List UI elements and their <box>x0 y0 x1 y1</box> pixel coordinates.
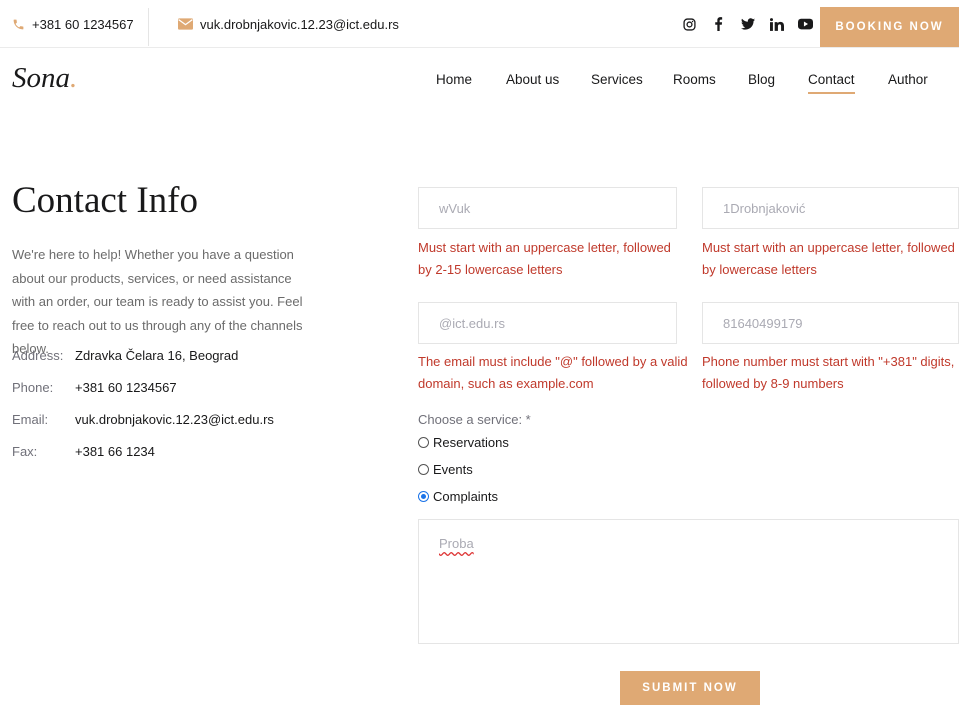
topbar-phone: +381 60 1234567 <box>12 0 134 48</box>
contact-value: Zdravka Čelara 16, Beograd <box>75 348 239 363</box>
last-name-input[interactable] <box>702 187 959 229</box>
top-bar: +381 60 1234567 vuk.drobnjakovic.12.23@i… <box>0 0 959 48</box>
contact-row-address: Address: Zdravka Čelara 16, Beograd <box>12 348 238 363</box>
topbar-email: vuk.drobnjakovic.12.23@ict.edu.rs <box>178 0 399 48</box>
radio-complaints[interactable] <box>418 491 429 502</box>
service-option-reservations[interactable]: Reservations <box>418 435 509 450</box>
youtube-icon[interactable] <box>798 17 813 32</box>
contact-label: Address: <box>12 348 64 363</box>
email-input[interactable] <box>418 302 677 344</box>
logo-dot: . <box>70 62 78 94</box>
contact-label: Fax: <box>12 444 38 459</box>
nav-blog[interactable]: Blog <box>748 72 775 87</box>
first-name-error: Must start with an uppercase letter, fol… <box>418 240 671 277</box>
contact-info-description: We're here to help! Whether you have a q… <box>12 247 303 357</box>
email-error: The email must include "@" followed by a… <box>418 354 688 391</box>
booking-now-button[interactable]: BOOKING NOW <box>820 7 959 47</box>
last-name-error: Must start with an uppercase letter, fol… <box>702 240 955 277</box>
phone-error: Phone number must start with "+381" digi… <box>702 354 955 391</box>
radio-events[interactable] <box>418 464 429 475</box>
topbar-divider <box>148 8 149 46</box>
linkedin-icon[interactable] <box>769 17 784 32</box>
nav-services[interactable]: Services <box>591 72 643 87</box>
topbar-email-text: vuk.drobnjakovic.12.23@ict.edu.rs <box>200 16 399 32</box>
nav-author[interactable]: Author <box>888 72 928 87</box>
contact-label: Email: <box>12 412 49 427</box>
nav-rooms[interactable]: Rooms <box>673 72 716 87</box>
facebook-icon[interactable] <box>711 17 726 32</box>
service-label: Choose a service: * <box>418 412 531 427</box>
contact-row-fax: Fax: +381 66 1234 <box>12 444 155 459</box>
envelope-icon <box>178 18 193 30</box>
first-name-input[interactable] <box>418 187 677 229</box>
contact-row-email: Email: vuk.drobnjakovic.12.23@ict.edu.rs <box>12 412 274 427</box>
message-textarea[interactable]: Proba <box>418 519 959 644</box>
service-option-label: Reservations <box>433 435 509 450</box>
radio-reservations[interactable] <box>418 437 429 448</box>
nav-home[interactable]: Home <box>436 72 472 87</box>
message-text: Proba <box>439 536 474 551</box>
contact-row-phone: Phone: +381 60 1234567 <box>12 380 177 395</box>
contact-value: +381 66 1234 <box>75 444 155 459</box>
contact-value: vuk.drobnjakovic.12.23@ict.edu.rs <box>75 412 274 427</box>
nav-about-us[interactable]: About us <box>506 72 559 87</box>
twitter-icon[interactable] <box>740 17 755 32</box>
nav-contact[interactable]: Contact <box>808 72 855 94</box>
service-option-complaints[interactable]: Complaints <box>418 489 498 504</box>
contact-value: +381 60 1234567 <box>75 380 177 395</box>
social-links <box>682 0 813 48</box>
service-option-label: Complaints <box>433 489 499 504</box>
instagram-icon[interactable] <box>682 17 697 32</box>
contact-label: Phone: <box>12 380 54 395</box>
phone-icon <box>12 18 25 31</box>
service-option-label: Events <box>433 462 473 477</box>
phone-input[interactable] <box>702 302 959 344</box>
topbar-phone-text: +381 60 1234567 <box>32 16 134 32</box>
service-option-events[interactable]: Events <box>418 462 473 477</box>
contact-info-title: Contact Info <box>12 180 198 221</box>
submit-button[interactable]: SUBMIT NOW <box>620 671 760 705</box>
site-logo[interactable]: Sona. <box>12 62 77 95</box>
logo-text: Sona <box>12 62 70 94</box>
